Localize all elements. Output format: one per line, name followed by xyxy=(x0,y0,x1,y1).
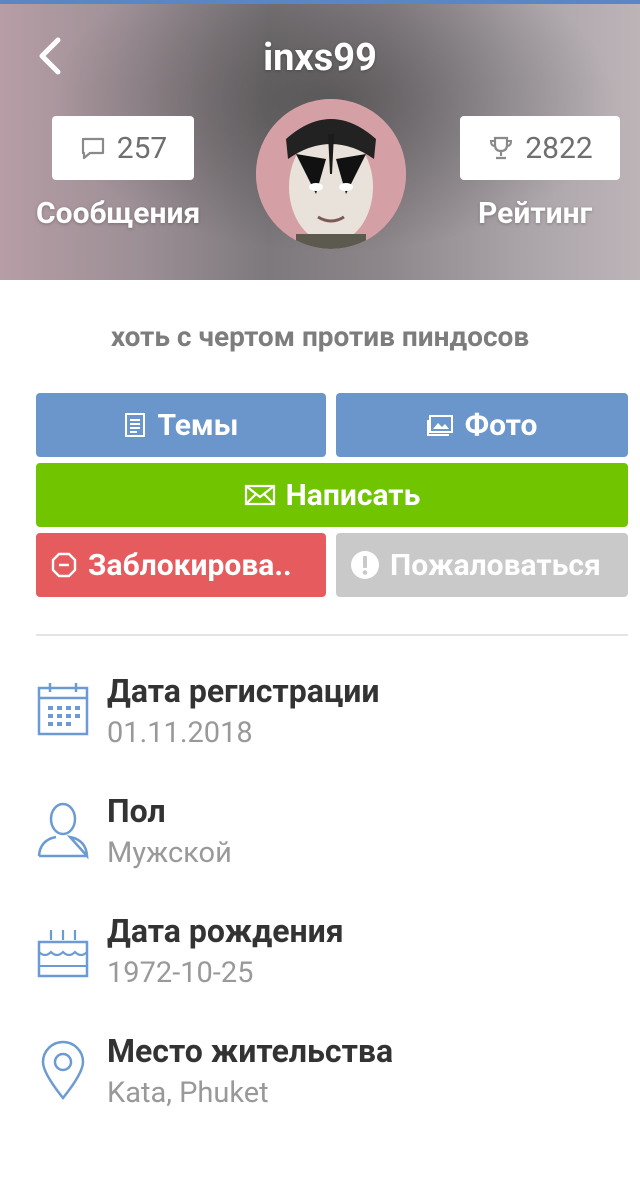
location-pin-icon xyxy=(41,1040,85,1100)
stop-octagon-icon xyxy=(51,552,77,578)
profile-username: inxs99 xyxy=(263,36,377,80)
image-icon xyxy=(426,415,453,436)
profile-header: inxs99 257 Сообщения 2822 Рейтинг xyxy=(0,4,640,280)
info-value: Kata, Phuket xyxy=(107,1076,269,1110)
messages-label: Сообщения xyxy=(36,196,201,231)
write-button-label: Написать xyxy=(285,477,421,513)
rating-label: Рейтинг xyxy=(478,196,593,231)
topics-button[interactable]: Темы xyxy=(36,393,326,457)
user-status-text: хоть с чертом против пиндосов xyxy=(110,320,530,353)
info-row-birth-date: Дата рождения 1972-10-25 xyxy=(36,912,628,1002)
cake-icon xyxy=(37,930,89,978)
calendar-icon xyxy=(37,683,89,736)
envelope-icon xyxy=(244,484,275,506)
topics-button-label: Темы xyxy=(157,407,239,443)
info-value: Мужской xyxy=(107,836,232,870)
document-icon xyxy=(125,413,146,437)
info-title: Дата регистрации xyxy=(107,672,380,710)
info-row-gender: Пол Мужской xyxy=(36,792,628,882)
photo-button[interactable]: Фото xyxy=(336,393,628,457)
info-title: Дата рождения xyxy=(107,912,344,950)
rating-count-box[interactable]: 2822 xyxy=(460,116,620,180)
rating-count: 2822 xyxy=(525,130,593,166)
trophy-icon xyxy=(490,136,513,160)
report-user-button[interactable]: Пожаловаться xyxy=(336,533,628,597)
info-title: Место жительства xyxy=(107,1032,394,1070)
divider xyxy=(36,634,628,636)
messages-count-box[interactable]: 257 xyxy=(52,116,194,180)
info-value: 1972-10-25 xyxy=(107,956,254,990)
exclamation-circle-icon xyxy=(351,551,379,579)
speech-bubble-icon xyxy=(81,137,104,160)
info-row-registration-date: Дата регистрации 01.11.2018 xyxy=(36,672,628,762)
block-button-label: Заблокирова.. xyxy=(88,547,292,583)
person-icon xyxy=(37,802,89,860)
messages-count: 257 xyxy=(116,130,168,166)
info-value: 01.11.2018 xyxy=(107,716,253,750)
avatar-image xyxy=(256,99,406,249)
info-row-residence: Место жительства Kata, Phuket xyxy=(36,1032,628,1122)
photo-button-label: Фото xyxy=(464,407,538,443)
report-button-label: Пожаловаться xyxy=(390,547,601,583)
write-message-button[interactable]: Написать xyxy=(36,463,628,527)
block-user-button[interactable]: Заблокирова.. xyxy=(36,533,326,597)
info-title: Пол xyxy=(107,792,166,830)
avatar[interactable] xyxy=(256,99,406,249)
